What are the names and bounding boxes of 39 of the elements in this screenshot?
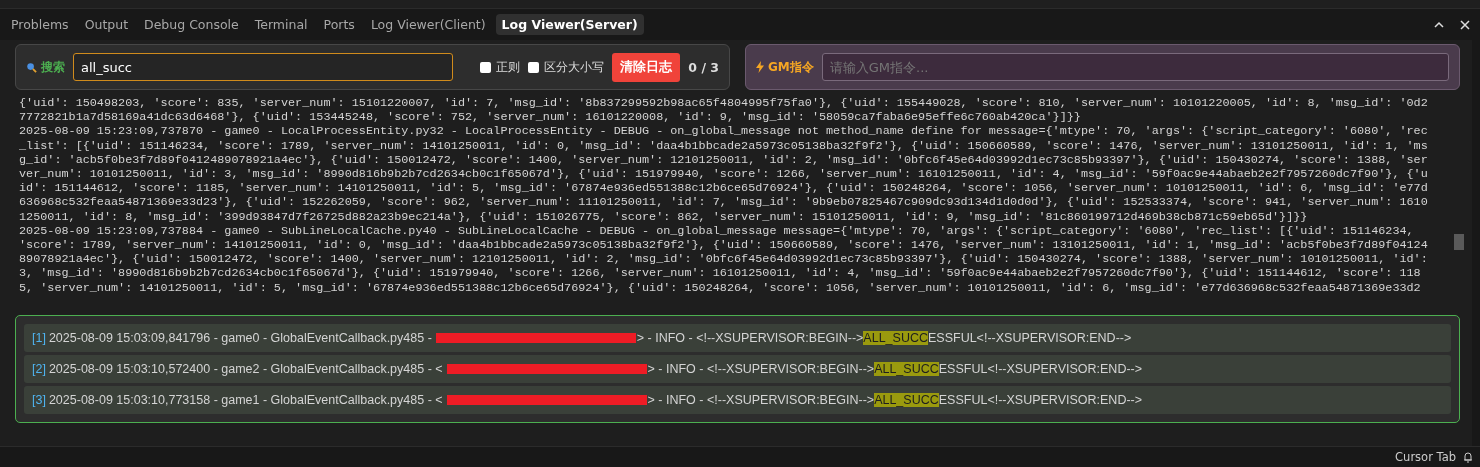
search-icon: [26, 61, 37, 73]
result-text: 2025-08-09 15:03:10,572400 - game2 - GlobalEventCallback.py485 - <: [48, 362, 443, 376]
panel-tab[interactable]: Log Viewer(Client): [364, 14, 492, 35]
log-line: {'uid': 150498203, 'score': 835, 'server_num': 15101220007, 'id': 7, 'msg_id': '8b837299592b98ac65f4804995f75fa0'}, {'uid': 155449028, 'score': 810, 'server_num': 10101220005, 'id': 8, 'msg_id': '0d2: [19, 96, 1429, 111]
log-line: 1250011, 'id': 8, 'msg_id': '399d93847d7f26725d882a23b9ec214a'}, {'uid': 151026775, 'score': 862, 'server_num': 15101250011, 'id': 9, 'msg_id': '81c860199712d469b38cb871c59eb65d'}]}}: [19, 209, 1309, 224]
result-index: [2]: [32, 362, 46, 376]
search-field[interactable]: all_succ: [73, 53, 453, 81]
gm-label: GM指令: [768, 58, 814, 76]
log-line: 636968c532feaa54871369e33d23'}, {'uid': 152262059, 'score': 962, 'server_num': 11101250011, 'id': 7, 'msg_id': '9b9eb07825467c909dc93d134d1d0d0d'}, {'uid': 152533374, 'score': 941, 'server_num': 1610: [19, 195, 1429, 210]
result-text: 2025-08-09 15:03:09,841796 - game0 - GlobalEventCallback.py485 -: [48, 331, 432, 345]
log-line: 3, 'msg_id': '8990d816b9b2b7cd2634cb0c1f65067d'}, {'uid': 151979940, 'score': 1266, 'server_num': 16101250011, 'id': 4, 'msg_id': '59f0ac9e44abaeb2e2f7957260dc7f90'}, {'uid': 151144612, 'score': 118: [19, 266, 1422, 281]
result-index: [1]: [32, 331, 46, 345]
log-line: 'score': 1789, 'server_num': 14101250011, 'id': 0, 'msg_id': 'daa4b1bbcade2a5973c05138ba32f9f2'}, {'uid': 150660589, 'score': 1476, 'server_num': 13101250011, 'id': 1, 'msg_id': 'acb5f0be3f7d89f04124: [19, 238, 1429, 253]
panel-tab[interactable]: Ports: [317, 14, 361, 35]
bell-icon[interactable]: [1462, 451, 1474, 463]
status-label[interactable]: Cursor Tab: [1395, 450, 1456, 464]
search-label: 搜索: [41, 58, 65, 76]
log-line: ver_num': 10101250011, 'id': 3, 'msg_id': '8990d816b9b2b7cd2634cb0c1f65067d'}, {'uid': 151979940, 'score': 1266, 'server_num': 16101250011, 'id': 4, 'msg_id': '59f0ac9e44abaeb2e2f7957260dc7f90'}, {'u: [19, 167, 1429, 182]
clear-log-button[interactable]: 清除日志: [612, 52, 681, 82]
log-line: g_id': 'acb5f0be3f7d89f0412489078921a4ec'}, {'uid': 150012472, 'score': 1400, 'server_num': 12101250011, 'id': 2, 'msg_id': '0bfc6f45e64d03992d1ec73c85b93397'}, {'uid': 150430274, 'score': 1388, 'ser: [19, 152, 1429, 167]
result-text: 2025-08-09 15:03:10,773158 - game1 - GlobalEventCallback.py485 - <: [48, 393, 443, 407]
log-line: 7772821b1a7d58169a41dc63d6468'}, {'uid': 153445248, 'score': 752, 'server_num': 16101220008, 'id': 9, 'msg_id': '58059ca7faba6e95effe6c760ab420ca'}]}}: [19, 110, 1082, 125]
option-checkbox[interactable]: 区分大小写: [528, 58, 605, 76]
lightning-icon: [756, 61, 764, 73]
log-line: 5, 'server_num': 14101250011, 'id': 5, 'msg_id': '67874e936ed551388c12b6ce65d76924'}, {'uid': 150248264, 'score': 1056, 'server_num': 10101250011, 'id': 6, 'msg_id': 'e77d636968c532feaa54871369e33d2: [19, 280, 1422, 295]
panel-tab[interactable]: Output: [78, 14, 135, 35]
log-line: id': 151144612, 'score': 1185, 'server_num': 14101250011, 'id': 5, 'msg_id': '67874e936ed551388c12b6ce65d76924'}, {'uid': 150248264, 'score': 1056, 'server_num': 10101250011, 'id': 6, 'msg_id': 'e77d: [19, 181, 1429, 196]
log-line: 2025-08-09 15:23:09,737870 - game0 - LocalProcessEntity.py32 - LocalProcessEntity - DEBUG - on_global_message not method_name define for message={'mtype': 70, 'args': {'script_category': '6080', 'rec: [19, 124, 1429, 139]
log-line: 89078921a4ec'}, {'uid': 150012472, 'score': 1400, 'server_num': 12101250011, 'id': 2, 'msg_id': '0bfc6f45e64d03992d1ec73c85b93397'}, {'uid': 150430274, 'score': 1388, 'server_num': 10101250011, 'id':: [19, 252, 1429, 267]
panel-tab[interactable]: Log Viewer(Server): [495, 14, 644, 35]
match-count: 0 / 3: [688, 59, 719, 75]
option-checkbox[interactable]: 正则: [480, 58, 521, 76]
log-line: _list': [{'uid': 151146234, 'score': 1789, 'server_num': 14101250011, 'id': 0, 'msg_id': 'daa4b1bbcade2a5973c05138ba32f9f2'}, {'uid': 150660589, 'score': 1476, 'server_num': 13101250011, 'id': 1, 'ms: [19, 138, 1429, 153]
log-line: 2025-08-09 15:23:09,737884 - game0 - SubLineLocalCache.py40 - SubLineLocalCache - DEBUG - on_global_message message={'mtype': 70, 'args': {'script_category': '6080', 'rec_list': [{'uid': 151146234,: [19, 223, 1415, 239]
gm-command-field[interactable]: 请输入GM指令...: [821, 53, 1449, 81]
result-index: [3]: [32, 393, 46, 407]
panel-tab[interactable]: Problems: [5, 14, 75, 35]
panel-tab[interactable]: Debug Console: [138, 14, 245, 35]
panel-tab[interactable]: Terminal: [248, 14, 314, 35]
